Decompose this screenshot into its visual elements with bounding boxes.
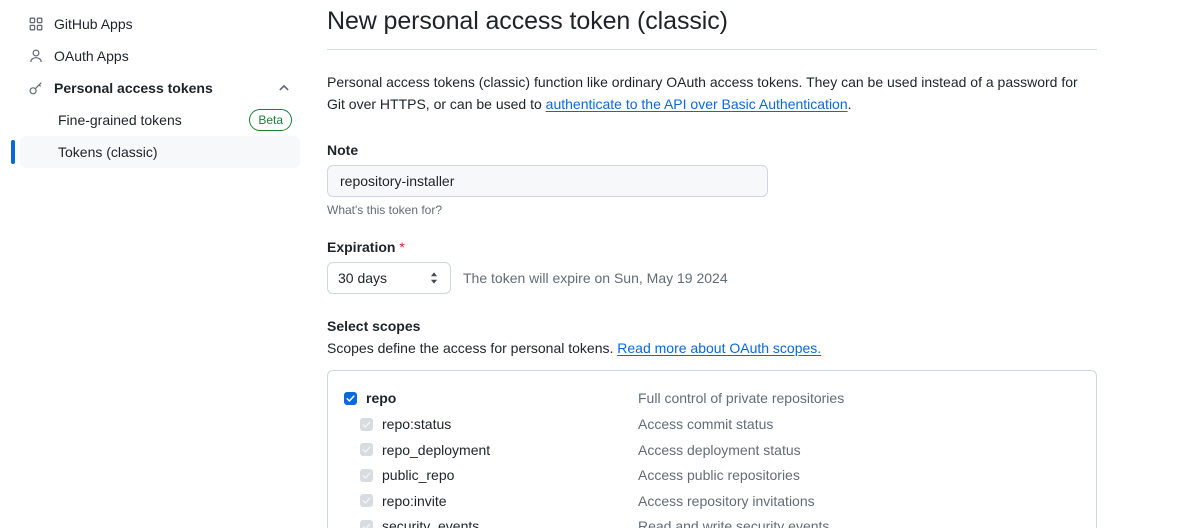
- scopes-section: Select scopes Scopes define the access f…: [327, 318, 1097, 528]
- scope-description: Full control of private repositories: [638, 390, 844, 406]
- scope-checkbox-repo:status: [360, 418, 373, 431]
- sidebar-item-label: GitHub Apps: [54, 16, 292, 32]
- basic-auth-doc-link[interactable]: authenticate to the API over Basic Authe…: [546, 96, 848, 112]
- sidebar-item-label: OAuth Apps: [54, 48, 292, 64]
- scope-row[interactable]: repo:statusAccess commit status: [328, 412, 1096, 438]
- intro-paragraph: Personal access tokens (classic) functio…: [327, 72, 1097, 115]
- page-root: GitHub Apps OAuth Apps Personal access t…: [0, 0, 1198, 528]
- scope-description: Access commit status: [638, 416, 773, 432]
- scope-description: Access repository invitations: [638, 493, 815, 509]
- scope-description: Access deployment status: [638, 442, 801, 458]
- note-input[interactable]: [327, 165, 768, 197]
- scopes-description: Scopes define the access for personal to…: [327, 340, 1097, 356]
- page-title: New personal access token (classic): [327, 6, 1097, 37]
- scope-row[interactable]: public_repoAccess public repositories: [328, 463, 1096, 489]
- sidebar-subitem-label: Tokens (classic): [58, 144, 292, 160]
- sidebar-item-oauth-apps[interactable]: OAuth Apps: [20, 40, 300, 72]
- scope-name: public_repo: [382, 467, 638, 483]
- expiration-row: 30 days The token will expire on Sun, Ma…: [327, 262, 1097, 294]
- scope-row[interactable]: repo_deploymentAccess deployment status: [328, 437, 1096, 463]
- scope-checkbox-repo[interactable]: [344, 392, 357, 405]
- required-asterisk: *: [399, 239, 404, 255]
- note-label: Note: [327, 142, 1097, 158]
- status-badge-beta: Beta: [249, 109, 292, 131]
- scope-name: repo:status: [382, 416, 638, 432]
- note-field-group: Note What's this token for?: [327, 142, 1097, 217]
- chevron-updown-icon: [428, 271, 440, 285]
- sidebar-item-fine-grained-tokens[interactable]: Fine-grained tokens Beta: [20, 104, 300, 136]
- sidebar-item-tokens-classic[interactable]: Tokens (classic): [20, 136, 300, 168]
- title-divider: [327, 49, 1097, 50]
- main-content: New personal access token (classic) Pers…: [320, 0, 1198, 528]
- apps-grid-icon: [28, 16, 44, 32]
- intro-text-after: .: [848, 96, 852, 112]
- sidebar-subitem-label: Fine-grained tokens: [58, 112, 249, 128]
- scopes-list-box: repoFull control of private repositories…: [327, 370, 1097, 528]
- expiration-field-group: Expiration * 30 days The token will ex: [327, 239, 1097, 294]
- scope-checkbox-repo_deployment: [360, 443, 373, 456]
- scope-checkbox-security_events: [360, 520, 373, 528]
- key-icon: [28, 80, 44, 96]
- scope-name: repo_deployment: [382, 442, 638, 458]
- chevron-up-icon[interactable]: [276, 80, 292, 96]
- scopes-description-text: Scopes define the access for personal to…: [327, 340, 617, 356]
- expiration-label-text: Expiration: [327, 239, 395, 255]
- sidebar-item-github-apps[interactable]: GitHub Apps: [20, 8, 300, 40]
- expiration-note: The token will expire on Sun, May 19 202…: [463, 270, 728, 286]
- oauth-scopes-doc-link[interactable]: Read more about OAuth scopes.: [617, 340, 821, 356]
- scope-name: security_events: [382, 518, 638, 528]
- sidebar-item-label: Personal access tokens: [54, 80, 276, 96]
- expiration-select[interactable]: 30 days: [327, 262, 451, 294]
- scope-description: Access public repositories: [638, 467, 800, 483]
- scope-row[interactable]: repoFull control of private repositories: [328, 385, 1096, 412]
- expiration-selected-value: 30 days: [338, 270, 428, 286]
- scope-name: repo:invite: [382, 493, 638, 509]
- scope-name: repo: [366, 390, 638, 406]
- settings-sidebar: GitHub Apps OAuth Apps Personal access t…: [0, 0, 320, 528]
- person-icon: [28, 48, 44, 64]
- scopes-title: Select scopes: [327, 318, 1097, 334]
- expiration-label: Expiration *: [327, 239, 1097, 255]
- scope-checkbox-public_repo: [360, 469, 373, 482]
- scope-row[interactable]: security_eventsRead and write security e…: [328, 514, 1096, 528]
- scope-checkbox-repo:invite: [360, 494, 373, 507]
- scope-row[interactable]: repo:inviteAccess repository invitations: [328, 488, 1096, 514]
- scope-description: Read and write security events: [638, 518, 829, 528]
- note-helper-text: What's this token for?: [327, 203, 1097, 217]
- sidebar-item-personal-access-tokens[interactable]: Personal access tokens: [20, 72, 300, 104]
